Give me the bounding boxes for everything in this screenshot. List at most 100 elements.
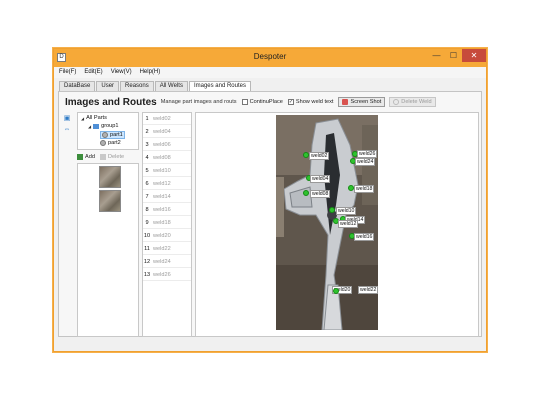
- parts-tree: ◢ All Parts ◢ group1 part1 part2: [77, 112, 139, 150]
- tab-database[interactable]: DataBase: [59, 81, 96, 91]
- image-thumbnails: [77, 163, 139, 337]
- part-icon: [100, 140, 106, 146]
- row-number: 11: [144, 245, 150, 252]
- weld-label: weld02: [309, 152, 330, 160]
- delete-icon: [99, 154, 106, 160]
- weld-name: weld02: [153, 115, 171, 122]
- weld-point[interactable]: [303, 190, 309, 196]
- row-number: 2: [145, 128, 149, 135]
- tree-buttons: Add Delete: [77, 152, 139, 162]
- list-item[interactable]: 5 weld10: [143, 165, 191, 177]
- maximize-button[interactable]: ☐: [445, 49, 462, 62]
- title-bar[interactable]: D Despoter — ☐ ✕: [54, 49, 486, 67]
- part-icon: [102, 132, 108, 138]
- image-viewer: weld02 weld26 weld24 weld04 weld18 weld0…: [195, 112, 479, 337]
- tab-bar: DataBase User Reasons All Welts Images a…: [54, 81, 486, 91]
- row-number: 12: [143, 258, 151, 265]
- checkbox-empty-icon: [241, 99, 248, 105]
- weld-name: weld12: [153, 180, 171, 187]
- expand-icon[interactable]: ⇔: [63, 126, 71, 134]
- tab-all-welts[interactable]: All Welts: [154, 81, 188, 91]
- weld-label: weld16: [354, 233, 375, 241]
- weld-name: weld20: [153, 232, 171, 239]
- weld-name: weld16: [153, 206, 171, 213]
- page-subtitle: Manage part images and routs: [160, 99, 237, 105]
- continuplace-checkbox[interactable]: ContinuPlace: [241, 99, 283, 105]
- weld-label: weld08: [310, 190, 331, 198]
- delete-weld-label: Delete Weld: [401, 99, 432, 105]
- menu-view[interactable]: View(V): [111, 67, 132, 78]
- row-number: 7: [145, 193, 149, 200]
- row-number: 4: [145, 154, 149, 161]
- list-item[interactable]: 11 weld22: [143, 243, 191, 255]
- tab-content: Images and Routes Manage part images and…: [58, 91, 482, 337]
- list-item[interactable]: 7 weld14: [143, 191, 191, 203]
- tree-label-part2: part2: [108, 140, 121, 146]
- row-number: 5: [145, 167, 149, 174]
- weld-label: weld22: [358, 286, 378, 294]
- delete-part-label: Delete: [107, 154, 125, 160]
- thumbnail-image[interactable]: [99, 166, 121, 188]
- list-item[interactable]: 6 weld12: [143, 178, 191, 190]
- row-number: 3: [145, 141, 149, 148]
- weld-name: weld26: [153, 271, 171, 278]
- add-icon: [77, 154, 83, 160]
- delete-part-button[interactable]: Delete: [99, 152, 125, 162]
- list-item[interactable]: 10 weld20: [143, 230, 191, 242]
- menu-edit[interactable]: Edit(E): [84, 67, 102, 78]
- list-item[interactable]: 9 weld18: [143, 217, 191, 229]
- tree-node-all-parts[interactable]: ◢ All Parts: [81, 115, 107, 121]
- caret-down-icon: ◢: [81, 115, 85, 121]
- list-item[interactable]: 13 weld26: [143, 269, 191, 281]
- menu-file[interactable]: File(F): [59, 67, 76, 78]
- close-button[interactable]: ✕: [462, 49, 486, 62]
- tab-user[interactable]: User: [96, 81, 120, 91]
- add-button[interactable]: Add: [77, 152, 95, 162]
- weld-name: weld10: [153, 167, 171, 174]
- weld-label: weld12: [338, 220, 359, 228]
- list-item[interactable]: 3 weld06: [143, 139, 191, 151]
- tab-reasons[interactable]: Reasons: [120, 81, 154, 91]
- show-weld-text-label: Show weld text: [295, 99, 334, 105]
- weld-list: 1 weld02 2 weld04 3 weld06 4 weld08 5 weld10 …: [142, 112, 192, 337]
- add-label: Add: [85, 154, 95, 160]
- window-title: Despoter: [253, 52, 287, 61]
- row-number: 10: [143, 232, 151, 239]
- weld-name: weld06: [153, 141, 171, 148]
- list-item[interactable]: 4 weld08: [143, 152, 191, 164]
- image-icon[interactable]: ▣: [63, 115, 71, 123]
- minimize-button[interactable]: —: [428, 49, 445, 62]
- tab-images-and-routes[interactable]: Images and Routes: [188, 81, 251, 91]
- continuplace-label: ContinuPlace: [249, 99, 283, 105]
- show-weld-text-checkbox[interactable]: ✓ Show weld text: [287, 99, 334, 105]
- weld-label: weld04: [310, 175, 331, 183]
- row-number: 13: [143, 271, 151, 278]
- toolbar: Images and Routes Manage part images and…: [65, 95, 440, 109]
- caret-down-icon: ◢: [88, 123, 92, 129]
- screenshot-button[interactable]: Screen Shot: [338, 97, 386, 107]
- list-item[interactable]: 8 weld16: [143, 204, 191, 216]
- screenshot-label: Screen Shot: [350, 99, 382, 105]
- thumbnail-image[interactable]: [99, 190, 121, 212]
- weld-point[interactable]: [333, 288, 339, 294]
- weld-name: weld18: [153, 219, 171, 226]
- weld-name: weld24: [153, 258, 171, 265]
- weld-label: weld26: [357, 150, 378, 158]
- list-item[interactable]: 12 weld24: [143, 256, 191, 268]
- list-item[interactable]: 2 weld04: [143, 126, 191, 138]
- part-photo[interactable]: weld02 weld26 weld24 weld04 weld18 weld0…: [276, 115, 378, 330]
- tree-node-group1[interactable]: ◢ group1: [88, 123, 119, 129]
- weld-point[interactable]: [329, 207, 335, 213]
- tree-node-part1[interactable]: part1: [100, 131, 125, 139]
- list-item[interactable]: 1 weld02: [143, 113, 191, 125]
- weld-name: weld14: [153, 193, 171, 200]
- row-number: 9: [145, 219, 149, 226]
- tree-label-part1: part1: [110, 132, 123, 138]
- camera-icon: [342, 99, 349, 105]
- folder-icon: [93, 123, 100, 129]
- tree-label-all-parts: All Parts: [86, 115, 107, 121]
- weld-name: weld08: [153, 154, 171, 161]
- tree-node-part2[interactable]: part2: [100, 140, 121, 146]
- menu-help[interactable]: Help(H): [140, 67, 161, 78]
- delete-weld-button[interactable]: Delete Weld: [389, 97, 436, 107]
